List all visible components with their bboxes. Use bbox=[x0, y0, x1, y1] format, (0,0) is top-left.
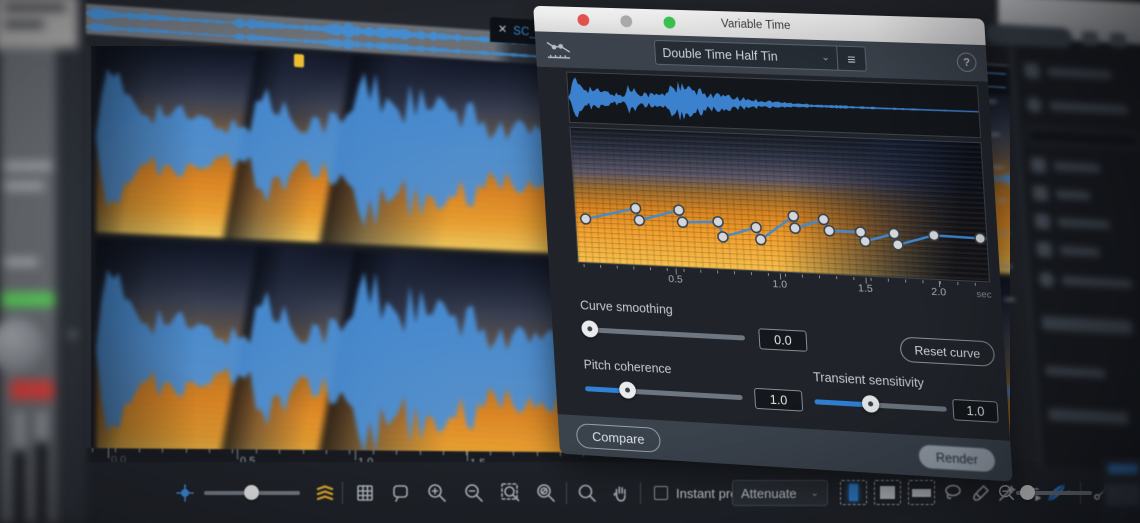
curve-control-point[interactable] bbox=[751, 221, 763, 234]
curve-control-point[interactable] bbox=[824, 225, 835, 235]
time-stretch-curve[interactable] bbox=[570, 128, 990, 283]
time-frequency-selection-tool[interactable] bbox=[874, 480, 901, 505]
overview-zoom-slider[interactable] bbox=[204, 480, 300, 506]
status-green-badge bbox=[0, 292, 56, 307]
left-light-panel bbox=[0, 0, 78, 50]
transient-sensitivity-label: Transient sensitivity bbox=[812, 370, 925, 391]
curve-smoothing-value[interactable]: 0.0 bbox=[758, 328, 808, 352]
hamburger-icon: ≡ bbox=[846, 50, 857, 67]
curve-control-point[interactable] bbox=[975, 233, 986, 244]
zoom-in-icon[interactable] bbox=[424, 480, 450, 506]
curve-control-point[interactable] bbox=[788, 211, 799, 221]
curve-control-point[interactable] bbox=[713, 217, 724, 227]
spreadsheet-icon[interactable] bbox=[352, 480, 378, 506]
curve-control-point[interactable] bbox=[928, 230, 939, 241]
tag-tool-icon[interactable] bbox=[388, 480, 414, 506]
reset-curve-button[interactable]: Reset curve bbox=[899, 336, 996, 367]
zoom-out-icon[interactable] bbox=[461, 480, 487, 506]
curve-control-point[interactable] bbox=[790, 223, 801, 233]
variable-time-dialog: Variable Time Double Time Half Tin ⌄ ≡ ? bbox=[533, 5, 1013, 482]
curve-control-point[interactable] bbox=[755, 233, 767, 246]
horizontal-zoom-slider[interactable] bbox=[1016, 480, 1092, 506]
axis-tick-label: 2.0 bbox=[930, 285, 947, 299]
process-mode-dropdown[interactable]: Attenuate ⌄ bbox=[732, 480, 828, 506]
curve-control-point[interactable] bbox=[818, 214, 829, 224]
dialog-spectrogram[interactable] bbox=[569, 126, 991, 283]
pitch-coherence-label: Pitch coherence bbox=[583, 357, 672, 377]
transient-sensitivity-value[interactable]: 1.0 bbox=[952, 398, 999, 423]
preset-dropdown[interactable]: Double Time Half Tin ⌄ bbox=[653, 39, 839, 71]
curve-smoothing-label: Curve smoothing bbox=[579, 298, 674, 317]
variable-time-curve-icon bbox=[545, 38, 574, 67]
chevron-down-icon: ⌄ bbox=[820, 52, 831, 64]
question-mark: ? bbox=[962, 56, 971, 69]
curve-control-point[interactable] bbox=[718, 232, 729, 242]
axis-tick-label: 1.5 bbox=[857, 282, 874, 295]
process-mode-value: Attenuate bbox=[741, 485, 797, 501]
level-meter-left bbox=[14, 412, 25, 523]
playhead-marker[interactable] bbox=[294, 53, 304, 68]
meter-tick bbox=[992, 166, 1003, 169]
zoom-selection-icon[interactable] bbox=[498, 480, 524, 506]
axis-unit-label: sec bbox=[976, 288, 993, 301]
compare-button[interactable]: Compare bbox=[575, 423, 662, 453]
curve-control-point[interactable] bbox=[634, 215, 644, 225]
axis-tick-label: 0.5 bbox=[667, 273, 684, 286]
tab-close-icon[interactable]: ✕ bbox=[498, 23, 507, 36]
brush-tool-icon[interactable] bbox=[968, 480, 994, 506]
lasso-tool-icon[interactable] bbox=[940, 480, 966, 506]
curve-control-point[interactable] bbox=[630, 203, 640, 213]
main-window-titlebar-right bbox=[986, 0, 1140, 49]
preset-menu-button[interactable]: ≡ bbox=[837, 45, 867, 72]
panel-dot bbox=[70, 332, 75, 337]
titlebar-icon[interactable] bbox=[1110, 32, 1126, 48]
curve-control-point[interactable] bbox=[674, 205, 684, 215]
frequency-selection-tool[interactable] bbox=[908, 480, 935, 505]
right-module-panel bbox=[1006, 34, 1140, 473]
transient-sensitivity-slider[interactable] bbox=[814, 392, 947, 418]
zoom-reset-icon[interactable] bbox=[533, 480, 559, 506]
left-meters-panel bbox=[0, 0, 86, 523]
pitch-coherence-value[interactable]: 1.0 bbox=[753, 387, 804, 412]
help-button[interactable]: ? bbox=[956, 52, 978, 73]
app-accent-icon[interactable] bbox=[172, 480, 198, 506]
curve-control-point[interactable] bbox=[677, 217, 687, 227]
screenshot-root: ✕ SC_LSE_115_berimbau_riff_feel_Cmin.wav… bbox=[0, 0, 1140, 523]
composite-view-icon[interactable] bbox=[312, 480, 338, 506]
meter-tick bbox=[1004, 298, 1015, 301]
meter-tick bbox=[1001, 265, 1012, 268]
level-meter-right bbox=[36, 412, 47, 523]
chevron-down-icon: ⌄ bbox=[810, 487, 819, 499]
render-button[interactable]: Render bbox=[918, 444, 996, 473]
curve-control-point[interactable] bbox=[860, 236, 871, 247]
meter-tick bbox=[998, 232, 1009, 235]
search-magnifier-icon[interactable] bbox=[574, 480, 600, 506]
meter-tick bbox=[995, 199, 1006, 202]
instant-process-checkbox[interactable] bbox=[654, 486, 668, 500]
hand-tool-icon[interactable] bbox=[608, 480, 634, 506]
titlebar-icon[interactable] bbox=[1082, 30, 1098, 46]
curve-control-point[interactable] bbox=[889, 228, 900, 239]
preset-value: Double Time Half Tin bbox=[662, 45, 779, 64]
curve-control-point[interactable] bbox=[892, 240, 903, 251]
time-selection-tool[interactable] bbox=[840, 480, 867, 505]
module-search-input[interactable] bbox=[1026, 127, 1140, 149]
curve-control-point[interactable] bbox=[580, 214, 590, 224]
curve-smoothing-slider[interactable] bbox=[581, 320, 746, 346]
bottom-right-panel bbox=[1102, 458, 1140, 523]
repair-assistant-button[interactable] bbox=[986, 23, 1072, 49]
axis-tick-label: 1.0 bbox=[772, 278, 788, 291]
pitch-coherence-slider[interactable] bbox=[585, 379, 744, 406]
record-red-button[interactable] bbox=[10, 380, 54, 400]
